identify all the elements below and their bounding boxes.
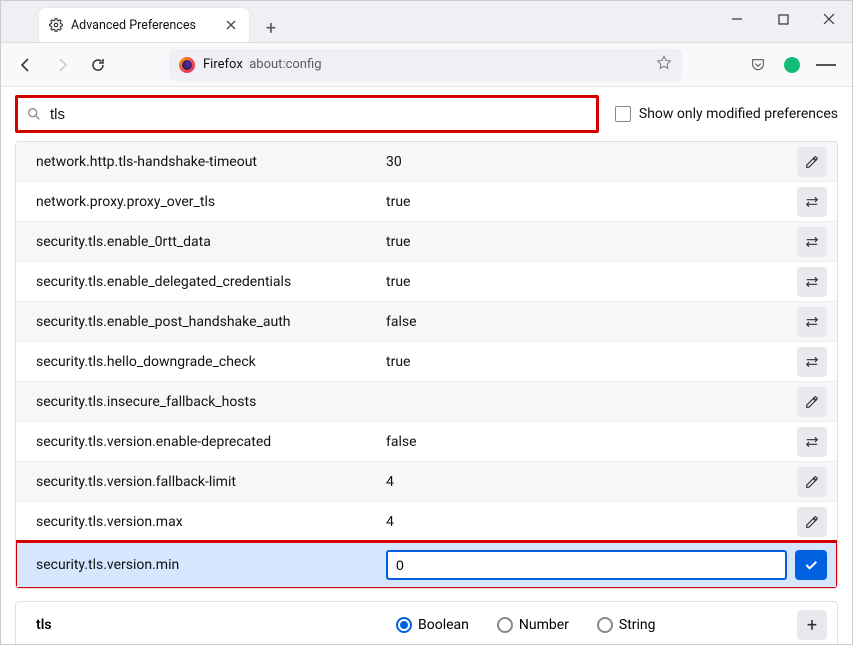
pref-name: security.tls.version.fallback-limit [36,474,386,490]
close-icon [823,13,835,25]
new-tab-button[interactable]: + [257,14,285,42]
pref-row: security.tls.version.max4 [16,502,837,542]
radio-label: Number [519,617,569,633]
pref-name: security.tls.enable_post_handshake_auth [36,314,386,330]
browser-tab[interactable]: Advanced Preferences [39,8,249,42]
url-brand: Firefox [203,57,243,72]
pref-row: security.tls.version.fallback-limit4 [16,462,837,502]
tab-title: Advanced Preferences [71,18,223,33]
type-radio-group: Boolean Number String [396,617,787,633]
extension-button[interactable] [782,55,802,75]
reload-button[interactable] [83,50,113,80]
maximize-icon [778,14,789,25]
pref-row: security.tls.enable_post_handshake_authf… [16,302,837,342]
pref-value: 4 [386,514,779,530]
pref-value: false [386,434,779,450]
pref-row: network.proxy.proxy_over_tlstrue [16,182,837,222]
title-bar: Advanced Preferences + [1,1,852,43]
url-bar[interactable]: Firefox about:config [169,49,682,81]
hamburger-icon [816,64,823,66]
toggle-button[interactable] [797,227,827,257]
toggle-button[interactable] [797,187,827,217]
new-preference-row: tls Boolean Number String + [15,601,838,644]
toggle-button[interactable] [797,347,827,377]
close-window-button[interactable] [812,5,846,33]
pref-value: true [386,234,779,250]
new-pref-name: tls [36,617,386,633]
add-preference-button[interactable]: + [797,610,827,640]
pref-name: security.tls.enable_0rtt_data [36,234,386,250]
show-modified-label: Show only modified preferences [639,106,838,122]
tab-close-button[interactable] [223,17,239,33]
bookmark-star-button[interactable] [656,55,672,75]
pocket-icon [750,57,766,73]
radio-label: Boolean [418,617,469,633]
pref-name: security.tls.version.enable-deprecated [36,434,386,450]
url-text: Firefox about:config [203,57,322,72]
pref-row: security.tls.version.enable-deprecatedfa… [16,422,837,462]
search-input[interactable] [50,106,588,123]
pref-value: true [386,274,779,290]
pref-name: security.tls.enable_delegated_credential… [36,274,386,290]
pref-name: network.proxy.proxy_over_tls [36,194,386,210]
pref-value: true [386,194,779,210]
pref-name: security.tls.insecure_fallback_hosts [36,394,386,410]
pref-row: security.tls.hello_downgrade_checktrue [16,342,837,382]
pref-value-input[interactable] [386,550,787,580]
pref-name: security.tls.version.min [36,557,386,573]
app-menu-button[interactable] [816,55,836,75]
pref-row: security.tls.insecure_fallback_hosts [16,382,837,422]
gear-icon [49,18,63,32]
arrow-left-icon [18,57,34,73]
preferences-table: network.http.tls-handshake-timeout30netw… [15,141,838,589]
pref-row: security.tls.version.min [16,542,837,588]
pref-value: false [386,314,779,330]
pref-value: 4 [386,474,779,490]
close-icon [226,20,236,30]
pref-value: true [386,354,779,370]
url-path: about:config [249,57,321,72]
firefox-logo-icon [179,57,195,73]
pref-name: security.tls.version.max [36,514,386,530]
minimize-button[interactable] [720,5,754,33]
type-radio-string[interactable]: String [597,617,656,633]
toggle-button[interactable] [797,427,827,457]
edit-button[interactable] [797,507,827,537]
minimize-icon [731,13,743,25]
toggle-button[interactable] [797,267,827,297]
search-icon [26,106,42,122]
pref-name: network.http.tls-handshake-timeout [36,154,386,170]
radio-icon [597,617,613,633]
content-scroll[interactable]: Show only modified preferences network.h… [1,87,852,644]
edit-button[interactable] [797,387,827,417]
pref-value: 30 [386,154,779,170]
pref-row: security.tls.enable_0rtt_datatrue [16,222,837,262]
back-button[interactable] [11,50,41,80]
pref-name: security.tls.hello_downgrade_check [36,354,386,370]
pref-row: security.tls.enable_delegated_credential… [16,262,837,302]
green-circle-icon [784,57,800,73]
pref-row: network.http.tls-handshake-timeout30 [16,142,837,182]
save-button[interactable] [795,550,827,580]
search-box [15,95,599,133]
forward-button[interactable] [47,50,77,80]
toggle-button[interactable] [797,307,827,337]
star-icon [656,55,672,71]
radio-icon [497,617,513,633]
navigation-toolbar: Firefox about:config [1,43,852,87]
checkbox-icon [615,106,631,122]
show-modified-checkbox[interactable]: Show only modified preferences [615,106,838,122]
reload-icon [90,57,106,73]
arrow-right-icon [54,57,70,73]
pocket-button[interactable] [748,55,768,75]
edit-button[interactable] [797,467,827,497]
type-radio-number[interactable]: Number [497,617,569,633]
edit-button[interactable] [797,147,827,177]
window-controls [720,5,846,33]
type-radio-boolean[interactable]: Boolean [396,617,469,633]
maximize-button[interactable] [766,5,800,33]
radio-label: String [619,617,656,633]
radio-icon [396,617,412,633]
